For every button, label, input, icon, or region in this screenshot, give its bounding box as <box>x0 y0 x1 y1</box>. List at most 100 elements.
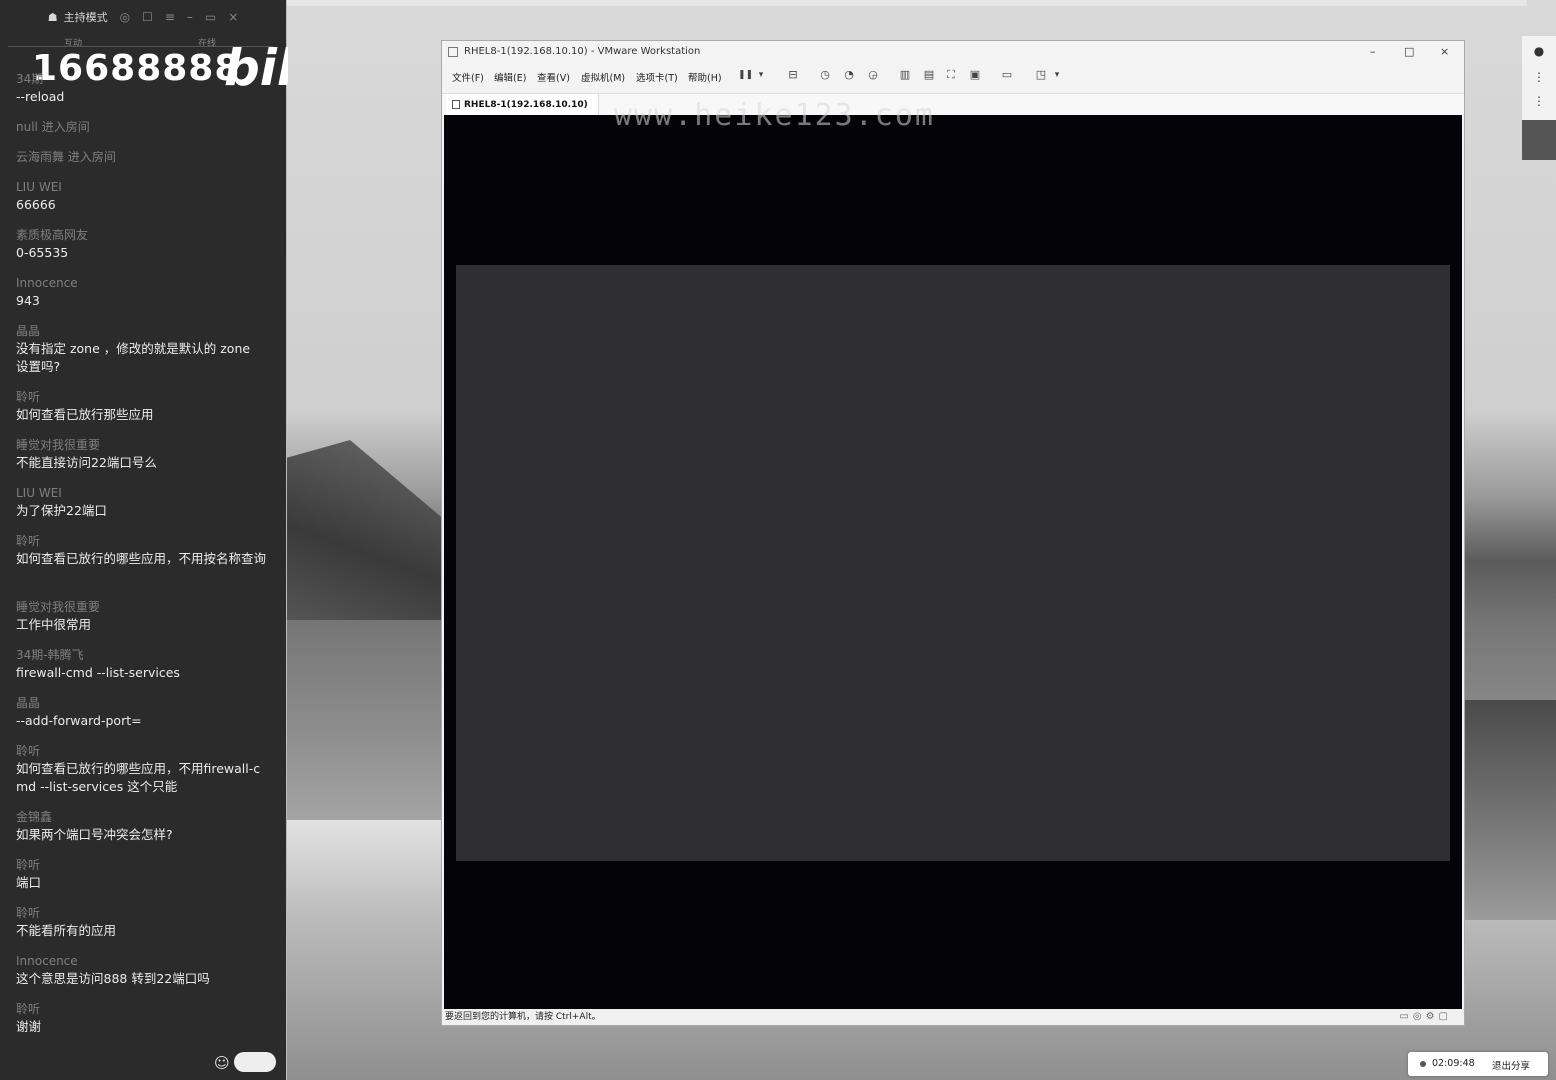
chat-nick: 聆听 <box>16 906 41 920</box>
send-button[interactable] <box>234 1052 276 1072</box>
chat-nick: 晶晶 <box>16 324 41 338</box>
menu-edit[interactable]: 编辑(E) <box>494 70 526 84</box>
snapshot-manager-icon[interactable]: ◶ <box>866 68 880 82</box>
chat-text: firewall-cmd --list-services <box>16 665 180 680</box>
unity-icon[interactable]: ▣ <box>968 68 982 82</box>
watermark-text: www.heike123.com <box>614 98 935 133</box>
chat-nick: 聆听 <box>16 744 41 758</box>
chat-nick: 聆听 <box>16 534 41 548</box>
chat-nick: 晶晶 <box>16 696 41 710</box>
chat-message: Innocence 这个意思是访问888 转到22端口吗 <box>16 952 266 988</box>
revert-snapshot-icon[interactable]: ◔ <box>842 68 856 82</box>
live-chat-panel: ☗ 主持模式 ◎ ☐ ≡ – ▭ × 互动 在线 16688888 bili 3… <box>0 0 288 1080</box>
menu-vm[interactable]: 虚拟机(M) <box>581 70 625 84</box>
settings-icon[interactable]: ◎ <box>120 10 130 24</box>
menu-tabs[interactable]: 选项卡(T) <box>636 70 678 84</box>
snapshot-icon[interactable]: ◷ <box>818 68 832 82</box>
chat-message: 聆听 谢谢 <box>16 1000 266 1036</box>
vm-tab-row: RHEL8-1(192.168.10.10) <box>442 93 1464 116</box>
chat-text: 这个意思是访问888 转到22端口吗 <box>16 971 210 986</box>
chevron-down-icon[interactable]: ▾ <box>1050 68 1064 82</box>
window-icon[interactable]: ☐ <box>142 10 153 24</box>
vm-screen[interactable] <box>444 115 1462 1009</box>
chat-message: 聆听 如何查看已放行的哪些应用，不用firewall-cmd --list-se… <box>16 742 266 796</box>
pause-icon[interactable]: ❚❚ <box>738 68 753 82</box>
minimize-button[interactable]: – <box>1370 45 1376 58</box>
send-ctrl-alt-del-icon[interactable]: ⊟ <box>786 68 800 82</box>
host-mode-label: 主持模式 <box>63 11 108 24</box>
close-icon[interactable]: × <box>228 10 238 24</box>
chat-text: 66666 <box>16 197 56 212</box>
chevron-down-icon[interactable]: ▾ <box>754 68 768 82</box>
sidebar-view-icon[interactable]: ▥ <box>898 68 912 82</box>
chat-text: 端口 <box>16 875 42 890</box>
device-status-icons[interactable]: ▭◎⚙▢ <box>1399 1009 1452 1025</box>
chat-message: 睡觉对我很重要 工作中很常用 <box>16 598 266 634</box>
console-view-icon[interactable]: ▤ <box>922 68 936 82</box>
window-title: RHEL8-1(192.168.10.10) - VMware Workstat… <box>464 46 701 57</box>
chat-nick: Innocence <box>16 276 78 290</box>
tab-vm-rhel8[interactable]: RHEL8-1(192.168.10.10) <box>446 94 599 116</box>
menu-view[interactable]: 查看(V) <box>537 70 570 84</box>
menu-help[interactable]: 帮助(H) <box>688 70 722 84</box>
emoji-icon[interactable]: ☺ <box>214 1054 230 1072</box>
chat-text: 如何查看已放行那些应用 <box>16 407 154 422</box>
minimize-icon[interactable]: – <box>187 10 193 24</box>
chat-text: 工作中很常用 <box>16 617 92 632</box>
chat-message: 晶晶 --add-forward-port= <box>16 694 266 730</box>
chat-nick: 34期 <box>16 72 44 86</box>
chat-message: null 进入房间 <box>16 118 266 136</box>
chat-nick: LIU WEI <box>16 486 62 500</box>
chat-text: 不能直接访问22端口号么 <box>16 455 157 470</box>
chat-message: LIU WEI 66666 <box>16 178 266 214</box>
menu-file[interactable]: 文件(F) <box>452 70 484 84</box>
status-message: 要返回到您的计算机，请按 Ctrl+Alt。 <box>445 1012 601 1022</box>
close-button[interactable]: × <box>1440 45 1449 58</box>
chat-message: 聆听 如何查看已放行那些应用 <box>16 388 266 424</box>
outer-window-topbar <box>287 0 1527 6</box>
chat-nick: 聆听 <box>16 858 41 872</box>
restore-icon[interactable]: ▭ <box>205 10 216 24</box>
chat-nick: 睡觉对我很重要 <box>16 600 101 614</box>
chat-text: 谢谢 <box>16 1019 42 1034</box>
chat-nick: 云海雨舞 进入房间 <box>16 150 116 164</box>
chat-text: 为了保护22端口 <box>16 503 107 518</box>
tab-label: RHEL8-1(192.168.10.10) <box>464 100 588 110</box>
vm-icon <box>452 100 460 109</box>
terminal-icon[interactable]: ▭ <box>1000 68 1014 82</box>
side-thumbnail <box>1522 120 1556 160</box>
chat-header: ☗ 主持模式 ◎ ☐ ≡ – ▭ × <box>0 0 286 34</box>
chat-message: 金锦鑫 如果两个端口号冲突会怎样? <box>16 808 266 844</box>
chat-message: 34期 --reload <box>16 70 266 106</box>
chat-text: 没有指定 zone ，修改的就是默认的 zone 设置吗? <box>16 341 251 374</box>
chat-nick: LIU WEI <box>16 180 62 194</box>
maximize-button[interactable]: □ <box>1404 45 1414 58</box>
stretch-icon[interactable]: ◳ <box>1034 68 1048 82</box>
chat-nick: 聆听 <box>16 390 41 404</box>
chat-text: 如何查看已放行的哪些应用，不用firewall-cmd --list-servi… <box>16 761 261 794</box>
chat-input-bar: ☺ <box>0 1046 286 1080</box>
vm-status-bar: 要返回到您的计算机，请按 Ctrl+Alt。 ▭◎⚙▢ <box>442 1009 1464 1025</box>
more-icon[interactable]: ⋮ <box>1530 70 1548 84</box>
chat-text: 如果两个端口号冲突会怎样? <box>16 827 173 842</box>
chat-message: 睡觉对我很重要 不能直接访问22端口号么 <box>16 436 266 472</box>
vm-console-area[interactable] <box>456 265 1450 861</box>
vmware-window: RHEL8-1(192.168.10.10) - VMware Workstat… <box>441 40 1465 1026</box>
chat-nick: 素质极高网友 <box>16 228 89 242</box>
vmware-app-icon <box>448 47 458 57</box>
chat-message: 聆听 不能看所有的应用 <box>16 904 266 940</box>
menu-bar: 文件(F) 编辑(E) 查看(V) 虚拟机(M) 选项卡(T) 帮助(H) ❚❚… <box>442 65 1464 87</box>
chat-nick: null 进入房间 <box>16 120 90 134</box>
chat-message: 晶晶 没有指定 zone ，修改的就是默认的 zone 设置吗? <box>16 322 266 376</box>
chat-text: 943 <box>16 293 40 308</box>
more-icon-2[interactable]: ⋮ <box>1530 94 1548 108</box>
chat-text: --add-forward-port= <box>16 713 142 728</box>
chat-message: 聆听 端口 <box>16 856 266 892</box>
stop-share-button[interactable]: 退出分享 <box>1492 1058 1530 1072</box>
menu-icon[interactable]: ≡ <box>165 10 175 24</box>
chat-nick: Innocence <box>16 954 78 968</box>
chat-text: 如何查看已放行的哪些应用，不用按名称查询 <box>16 551 267 566</box>
fullscreen-icon[interactable]: ⛶ <box>944 68 958 82</box>
right-side-panel: ● ⋮ ⋮ <box>1522 36 1556 160</box>
user-icon[interactable]: ● <box>1530 44 1548 58</box>
